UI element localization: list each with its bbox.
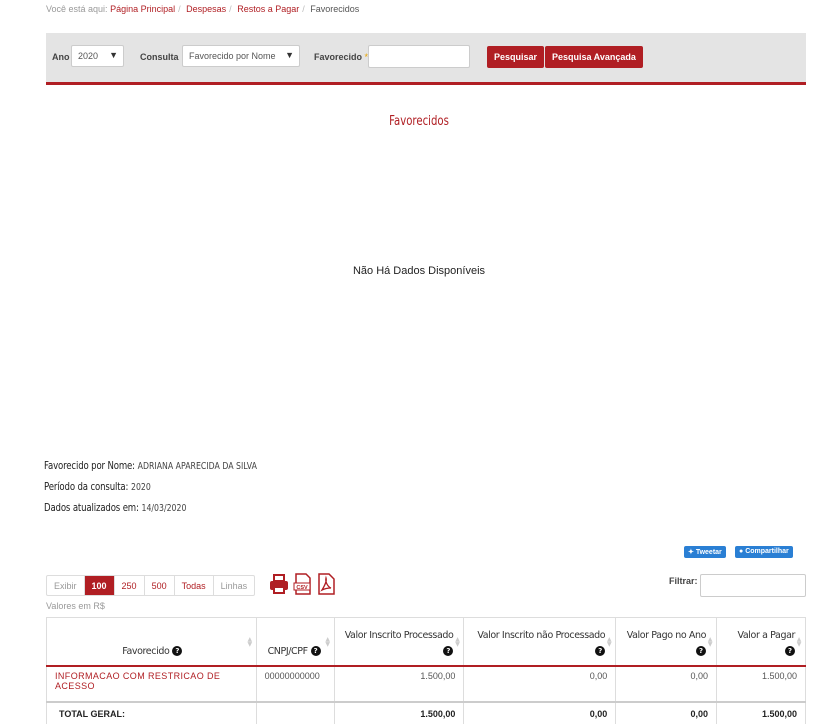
total-cnpj-empty <box>255 700 335 724</box>
ano-select[interactable]: 2020 ▼ <box>71 45 124 67</box>
page-size-250[interactable]: 250 <box>115 576 145 595</box>
breadcrumb-link-restos[interactable]: Restos a Pagar <box>237 4 299 14</box>
breadcrumb-prefix: Você está aqui: <box>46 4 108 14</box>
breadcrumb-link-despesas[interactable]: Despesas <box>186 4 226 14</box>
facebook-share-button[interactable]: ● Compartilhar <box>735 546 793 558</box>
cell-valor-a-pagar: 1.500,00 <box>716 665 806 702</box>
cell-valor-processado: 1.500,00 <box>333 665 465 702</box>
filtrar-label: Filtrar: <box>669 576 698 586</box>
exibir-label: Exibir <box>47 576 85 595</box>
page-size-100[interactable]: 100 <box>84 576 115 595</box>
filter-input[interactable] <box>700 574 806 597</box>
info-periodo: Período da consulta: 2020 <box>44 480 151 493</box>
column-header-favorecido[interactable]: Favorecido? ▲ ▼ <box>46 617 257 667</box>
cell-cnpj: 00000000000 <box>255 665 335 702</box>
ano-select-value: 2020 <box>78 51 99 61</box>
page-size-500[interactable]: 500 <box>145 576 175 595</box>
info-atualizado: Dados atualizados em: 14/03/2020 <box>44 501 187 514</box>
help-icon[interactable]: ? <box>696 645 707 656</box>
cell-valor-nao-processado: 0,00 <box>463 665 617 702</box>
help-icon[interactable]: ? <box>310 646 321 656</box>
sort-icon: ▲ ▼ <box>247 636 252 648</box>
column-header-valor-nao-processado[interactable]: Valor Inscrito não Processado? ▲ ▼ <box>463 617 617 667</box>
info-atualizado-value: 14/03/2020 <box>141 503 187 514</box>
linhas-label: Linhas <box>220 581 248 591</box>
consulta-select-value: Favorecido por Nome <box>189 51 276 61</box>
twitter-icon: ✦ <box>688 549 694 556</box>
total-valor-processado: 1.500,00 <box>333 700 465 724</box>
help-icon[interactable]: ? <box>785 645 795 656</box>
info-favorecido: Favorecido por Nome: ADRIANA APARECIDA D… <box>44 459 257 472</box>
info-favorecido-value: ADRIANA APARECIDA DA SILVA <box>137 461 257 472</box>
svg-text:CSV: CSV <box>296 585 308 591</box>
breadcrumb-link-home[interactable]: Página Principal <box>110 4 175 14</box>
total-valor-a-pagar: 1.500,00 <box>716 700 806 724</box>
column-header-valor-pago[interactable]: Valor Pago no Ano? ▲ ▼ <box>615 617 718 667</box>
pdf-icon[interactable] <box>317 573 336 595</box>
cell-favorecido[interactable]: INFORMACAO COM RESTRICAO DE ACESSO <box>46 665 257 702</box>
total-label: TOTAL GERAL: <box>46 700 257 724</box>
consulta-select[interactable]: Favorecido por Nome ▼ <box>182 45 300 67</box>
breadcrumb-current: Favorecidos <box>310 4 360 14</box>
table-row: INFORMACAO COM RESTRICAO DE ACESSO 00000… <box>46 665 806 702</box>
help-icon[interactable]: ? <box>595 645 606 656</box>
consulta-label: Consulta <box>140 52 179 62</box>
column-header-valor-processado[interactable]: Valor Inscrito Processado? ▲ ▼ <box>333 617 465 667</box>
valores-note: Valores em R$ <box>46 601 105 611</box>
favorecidos-table: Favorecido? ▲ ▼ CNPJ/CPF? ▲ ▼ Valor Inscri… <box>46 617 806 724</box>
sort-icon: ▲ ▼ <box>796 636 802 648</box>
breadcrumb: Você está aqui: Página Principal / Despes… <box>46 4 360 14</box>
advanced-search-button[interactable]: Pesquisa Avançada <box>545 46 643 68</box>
total-row: TOTAL GERAL: 1.500,00 0,00 0,00 1.500,00 <box>46 700 806 724</box>
no-data-message: Não Há Dados Disponíveis <box>352 265 486 277</box>
ano-label: Ano <box>52 52 70 62</box>
facebook-icon: ● <box>739 548 744 555</box>
cell-valor-pago: 0,00 <box>615 665 718 702</box>
csv-icon[interactable]: CSV <box>293 573 313 595</box>
favorecido-label: Favorecido * <box>314 52 369 62</box>
total-valor-pago: 0,00 <box>615 700 718 724</box>
sort-icon: ▲ ▼ <box>455 636 460 648</box>
favorecido-input[interactable] <box>368 45 470 68</box>
help-icon[interactable]: ? <box>172 646 183 656</box>
dropdown-arrow-icon: ▼ <box>285 50 294 60</box>
tweet-button[interactable]: ✦ Tweetar <box>684 546 726 558</box>
page-size-selector: Exibir 100 250 500 Todas Linhas <box>46 575 256 596</box>
sort-icon: ▲ ▼ <box>707 636 713 648</box>
printer-icon[interactable] <box>268 573 290 595</box>
help-icon[interactable]: ? <box>443 645 454 656</box>
column-header-valor-a-pagar[interactable]: Valor a Pagar? ▲ ▼ <box>716 617 806 667</box>
info-periodo-value: 2020 <box>130 482 151 493</box>
total-valor-nao-processado: 0,00 <box>463 700 617 724</box>
chart-title: Favorecidos <box>389 114 449 129</box>
dropdown-arrow-icon: ▼ <box>109 50 118 60</box>
column-header-cnpj[interactable]: CNPJ/CPF? ▲ ▼ <box>255 617 335 667</box>
search-button[interactable]: Pesquisar <box>487 46 545 68</box>
sort-icon: ▲ ▼ <box>607 636 612 648</box>
sort-icon: ▲ ▼ <box>325 636 330 648</box>
filter-bar: Ano 2020 ▼ Consulta Favorecido por Nome … <box>46 33 806 85</box>
page-size-todas[interactable]: Todas <box>175 576 214 595</box>
